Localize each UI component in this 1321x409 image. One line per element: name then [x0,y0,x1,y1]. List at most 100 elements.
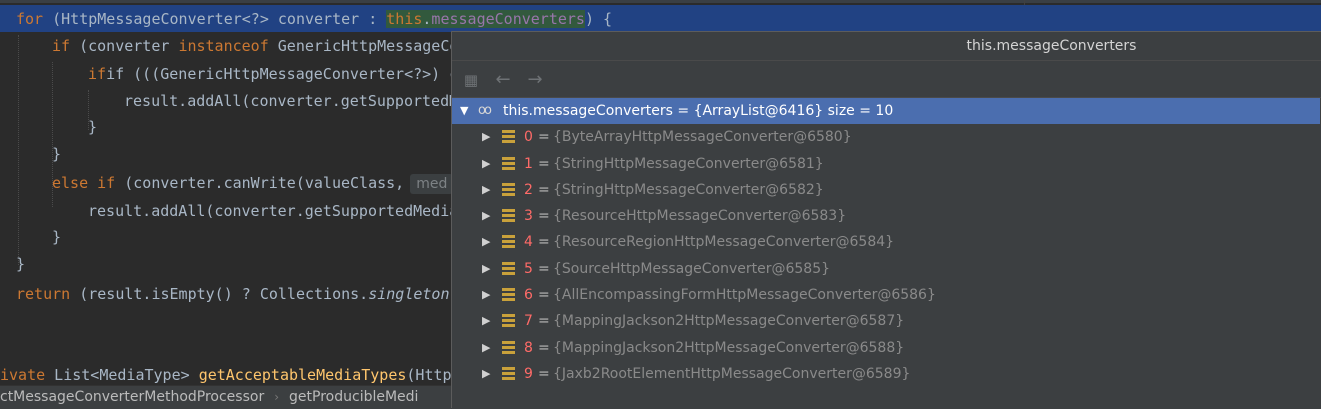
field-icon [502,235,515,249]
code-text: ) { [584,10,613,28]
code-text: } [52,145,62,163]
tree-view-icon[interactable]: ▦ [460,69,482,91]
item-index: 0 [524,129,533,146]
list-item[interactable]: ▶ 3 = {ResourceHttpMessageConverter@6583… [452,203,1320,229]
code-text: } [88,118,98,136]
item-index: 4 [524,234,533,251]
keyword: if [52,37,71,55]
expand-arrow-icon[interactable]: ▶ [482,203,490,229]
list-item[interactable]: ▶ 9 = {Jaxb2RootElementHttpMessageConver… [452,361,1320,387]
expand-arrow-icon[interactable]: ▶ [482,229,490,255]
item-value: {ByteArrayHttpMessageConverter@6580} [553,129,852,146]
equals-sign: = [538,260,550,277]
field-icon [502,156,515,171]
code-text: (Http [406,366,452,384]
item-value: {ResourceHttpMessageConverter@6583} [553,208,847,225]
item-value: {StringHttpMessageConverter@6581} [553,155,824,172]
code-line-brace[interactable]: } [88,114,97,140]
equals-sign: = [538,287,550,304]
breadcrumb-method[interactable]: getProducibleMedi [289,386,418,409]
item-index: 8 [524,339,533,356]
item-index: 1 [524,155,533,172]
code-text: (converter [70,37,179,55]
expand-arrow-icon[interactable]: ▶ [482,124,490,150]
code-line-if-instanceof[interactable]: if (converter instanceof GenericHttpMess… [52,33,458,59]
keyword: else if [52,174,116,192]
equals-sign: = [538,365,550,382]
popup-toolbar: ▦ ← → [452,61,1321,98]
equals-sign: = [538,155,550,172]
code-text: } [16,255,26,273]
indent-guide [18,35,20,265]
list-item[interactable]: ▶ 4 = {ResourceRegionHttpMessageConverte… [452,229,1320,255]
list-item[interactable]: ▶ 1 = {StringHttpMessageConverter@6581} [452,151,1320,177]
item-index: 7 [524,313,533,330]
code-text: GenericHttpMessageCo [268,37,459,55]
expand-arrow-icon[interactable]: ▶ [482,308,490,334]
code-text: (converter.canWrite(valueClass, [115,174,405,192]
code-text: result.addAll(converter.getSupportedMedi… [88,202,459,220]
item-index: 6 [524,287,533,304]
item-value: {StringHttpMessageConverter@6582} [553,181,824,198]
editor-top-strip [0,0,1321,3]
breadcrumb-class[interactable]: ctMessageConverterMethodProcessor [0,386,264,409]
expand-arrow-icon[interactable]: ▶ [482,282,490,308]
field-icon [502,209,515,223]
code-text: (HttpMessageConverter<?> converter : [43,10,387,28]
field-icon [502,314,515,328]
code-line-brace[interactable]: } [52,224,61,250]
code-text: if (((GenericHttpMessageConverter<?>) co… [106,65,477,83]
popup-title: this.messageConverters [452,32,1321,61]
expand-arrow-icon[interactable]: ▶ [482,335,490,361]
keyword: for [16,10,44,28]
equals-sign: = [538,313,550,330]
field-icon [502,366,515,381]
breadcrumb-separator: › [274,390,280,404]
code-line-for[interactable]: for (HttpMessageConverter<?> converter :… [16,6,612,32]
list-item[interactable]: ▶ 5 = {SourceHttpMessageConverter@6585} [452,256,1320,282]
field-icon [502,288,515,302]
item-index: 9 [524,365,533,382]
back-arrow-icon[interactable]: ← [492,69,514,91]
field-icon [502,130,515,144]
item-value: {AllEncompassingFormHttpMessageConverter… [553,287,936,304]
equals-sign: = [538,339,550,356]
equals-sign: = [538,234,550,251]
list-item[interactable]: ▶ 8 = {MappingJackson2HttpMessageConvert… [452,335,1320,361]
code-line-method-decl[interactable]: ivate List<MediaType> getAcceptableMedia… [0,364,452,386]
expand-arrow-icon[interactable]: ▶ [482,177,490,203]
equals-sign: = [538,208,550,225]
equals-sign: = [538,129,550,146]
expand-arrow-icon[interactable]: ▶ [482,151,490,177]
item-index: 2 [524,181,533,198]
list-item[interactable]: ▶ 7 = {MappingJackson2HttpMessageConvert… [452,308,1320,334]
item-value: {MappingJackson2HttpMessageConverter@658… [553,313,905,330]
code-text: (result.isEmpty() ? Collections. [70,285,369,303]
collapse-arrow-icon[interactable]: ▼ [460,98,468,124]
code-line-if-cast[interactable]: ifif (((GenericHttpMessageConverter<?>) … [88,61,476,87]
code-text: } [52,228,62,246]
field-reference[interactable]: messageConverters [431,10,585,28]
equals-sign: = [538,181,550,198]
list-item[interactable]: ▶ 0 = {ByteArrayHttpMessageConverter@658… [452,124,1320,150]
parameter-hint: med [410,174,454,194]
field-icon [502,340,515,355]
code-text: result.addAll(converter.getSupportedM [124,92,459,110]
code-line-addall[interactable]: result.addAll(converter.getSupportedMedi… [88,198,458,224]
forward-arrow-icon[interactable]: → [524,69,546,91]
tree-root-row[interactable]: ▼ oo this.messageConverters = {ArrayList… [452,98,1320,125]
keyword: return [16,285,71,303]
debugger-evaluate-popup[interactable]: this.messageConverters ▦ ← → ▼ oo this.m… [451,31,1321,408]
watch-glasses-icon: oo [478,103,492,118]
code-line-brace[interactable]: } [52,141,61,167]
code-line-return[interactable]: return (result.isEmpty() ? Collections.s… [16,281,449,307]
expand-arrow-icon[interactable]: ▶ [482,361,490,387]
item-index: 5 [524,260,533,277]
code-line-addall[interactable]: result.addAll(converter.getSupportedM [124,88,458,114]
code-line-brace[interactable]: } [16,251,25,277]
code-line-else-if[interactable]: else if (converter.canWrite(valueClass, m… [52,170,454,196]
list-item[interactable]: ▶ 6 = {AllEncompassingFormHttpMessageCon… [452,282,1320,308]
variables-tree[interactable]: ▼ oo this.messageConverters = {ArrayList… [452,98,1320,387]
list-item[interactable]: ▶ 2 = {StringHttpMessageConverter@6582} [452,177,1320,203]
expand-arrow-icon[interactable]: ▶ [482,256,490,282]
